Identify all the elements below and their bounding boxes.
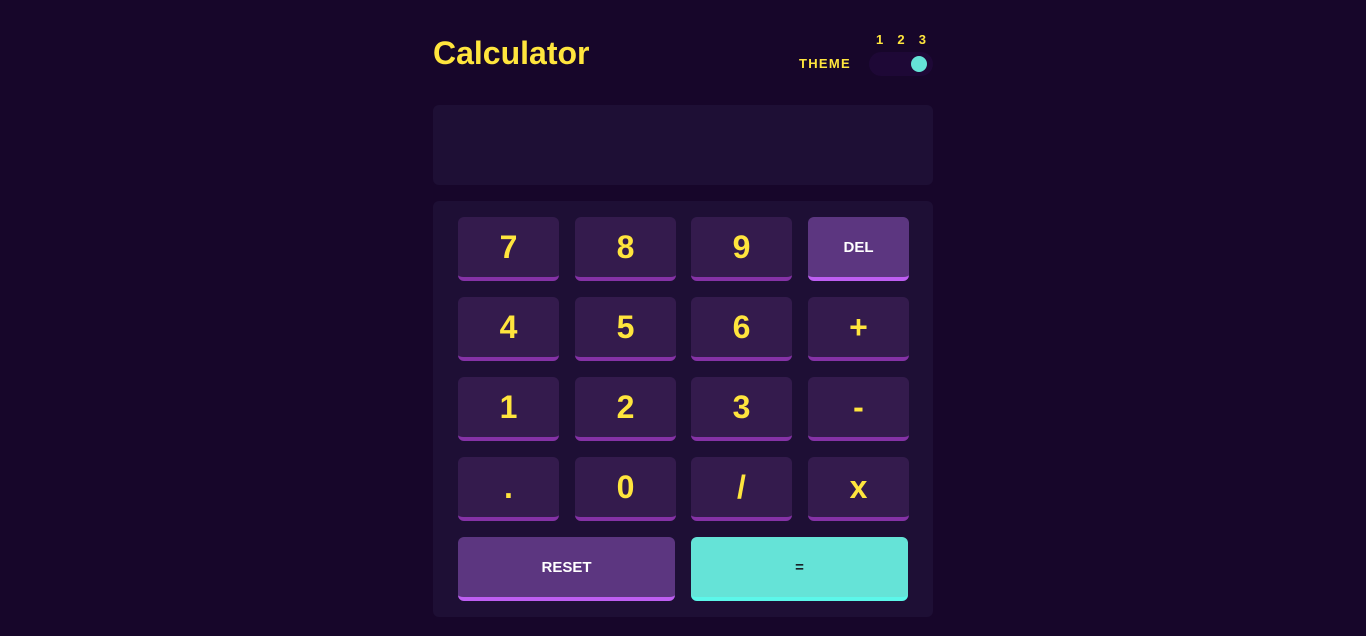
- key-7[interactable]: 7: [458, 217, 559, 281]
- theme-number-1: 1: [876, 32, 884, 47]
- theme-toggle-knob[interactable]: [911, 56, 927, 72]
- reset-button[interactable]: RESET: [458, 537, 675, 601]
- key-3[interactable]: 3: [691, 377, 792, 441]
- subtract-button[interactable]: -: [808, 377, 909, 441]
- theme-number-3: 3: [918, 32, 926, 47]
- key-6[interactable]: 6: [691, 297, 792, 361]
- theme-number-2: 2: [897, 32, 905, 47]
- key-4[interactable]: 4: [458, 297, 559, 361]
- key-2[interactable]: 2: [575, 377, 676, 441]
- delete-button[interactable]: DEL: [808, 217, 909, 281]
- add-button[interactable]: +: [808, 297, 909, 361]
- key-9[interactable]: 9: [691, 217, 792, 281]
- key-0[interactable]: 0: [575, 457, 676, 521]
- header: Calculator THEME 1 2 3: [433, 0, 933, 105]
- equals-button[interactable]: =: [691, 537, 908, 601]
- multiply-button[interactable]: x: [808, 457, 909, 521]
- key-8[interactable]: 8: [575, 217, 676, 281]
- keypad: 7 8 9 DEL 4 5 6 + 1 2 3 - . 0 / x RESET …: [433, 201, 933, 617]
- theme-numbers: 1 2 3: [869, 32, 933, 47]
- key-5[interactable]: 5: [575, 297, 676, 361]
- page-title: Calculator: [433, 35, 590, 71]
- decimal-button[interactable]: .: [458, 457, 559, 521]
- theme-toggle[interactable]: [869, 52, 933, 76]
- theme-label: THEME: [799, 56, 851, 71]
- calculator-app: Calculator THEME 1 2 3 7 8 9 DEL 4 5 6 +…: [433, 0, 933, 617]
- calculator-display: [433, 105, 933, 185]
- key-1[interactable]: 1: [458, 377, 559, 441]
- divide-button[interactable]: /: [691, 457, 792, 521]
